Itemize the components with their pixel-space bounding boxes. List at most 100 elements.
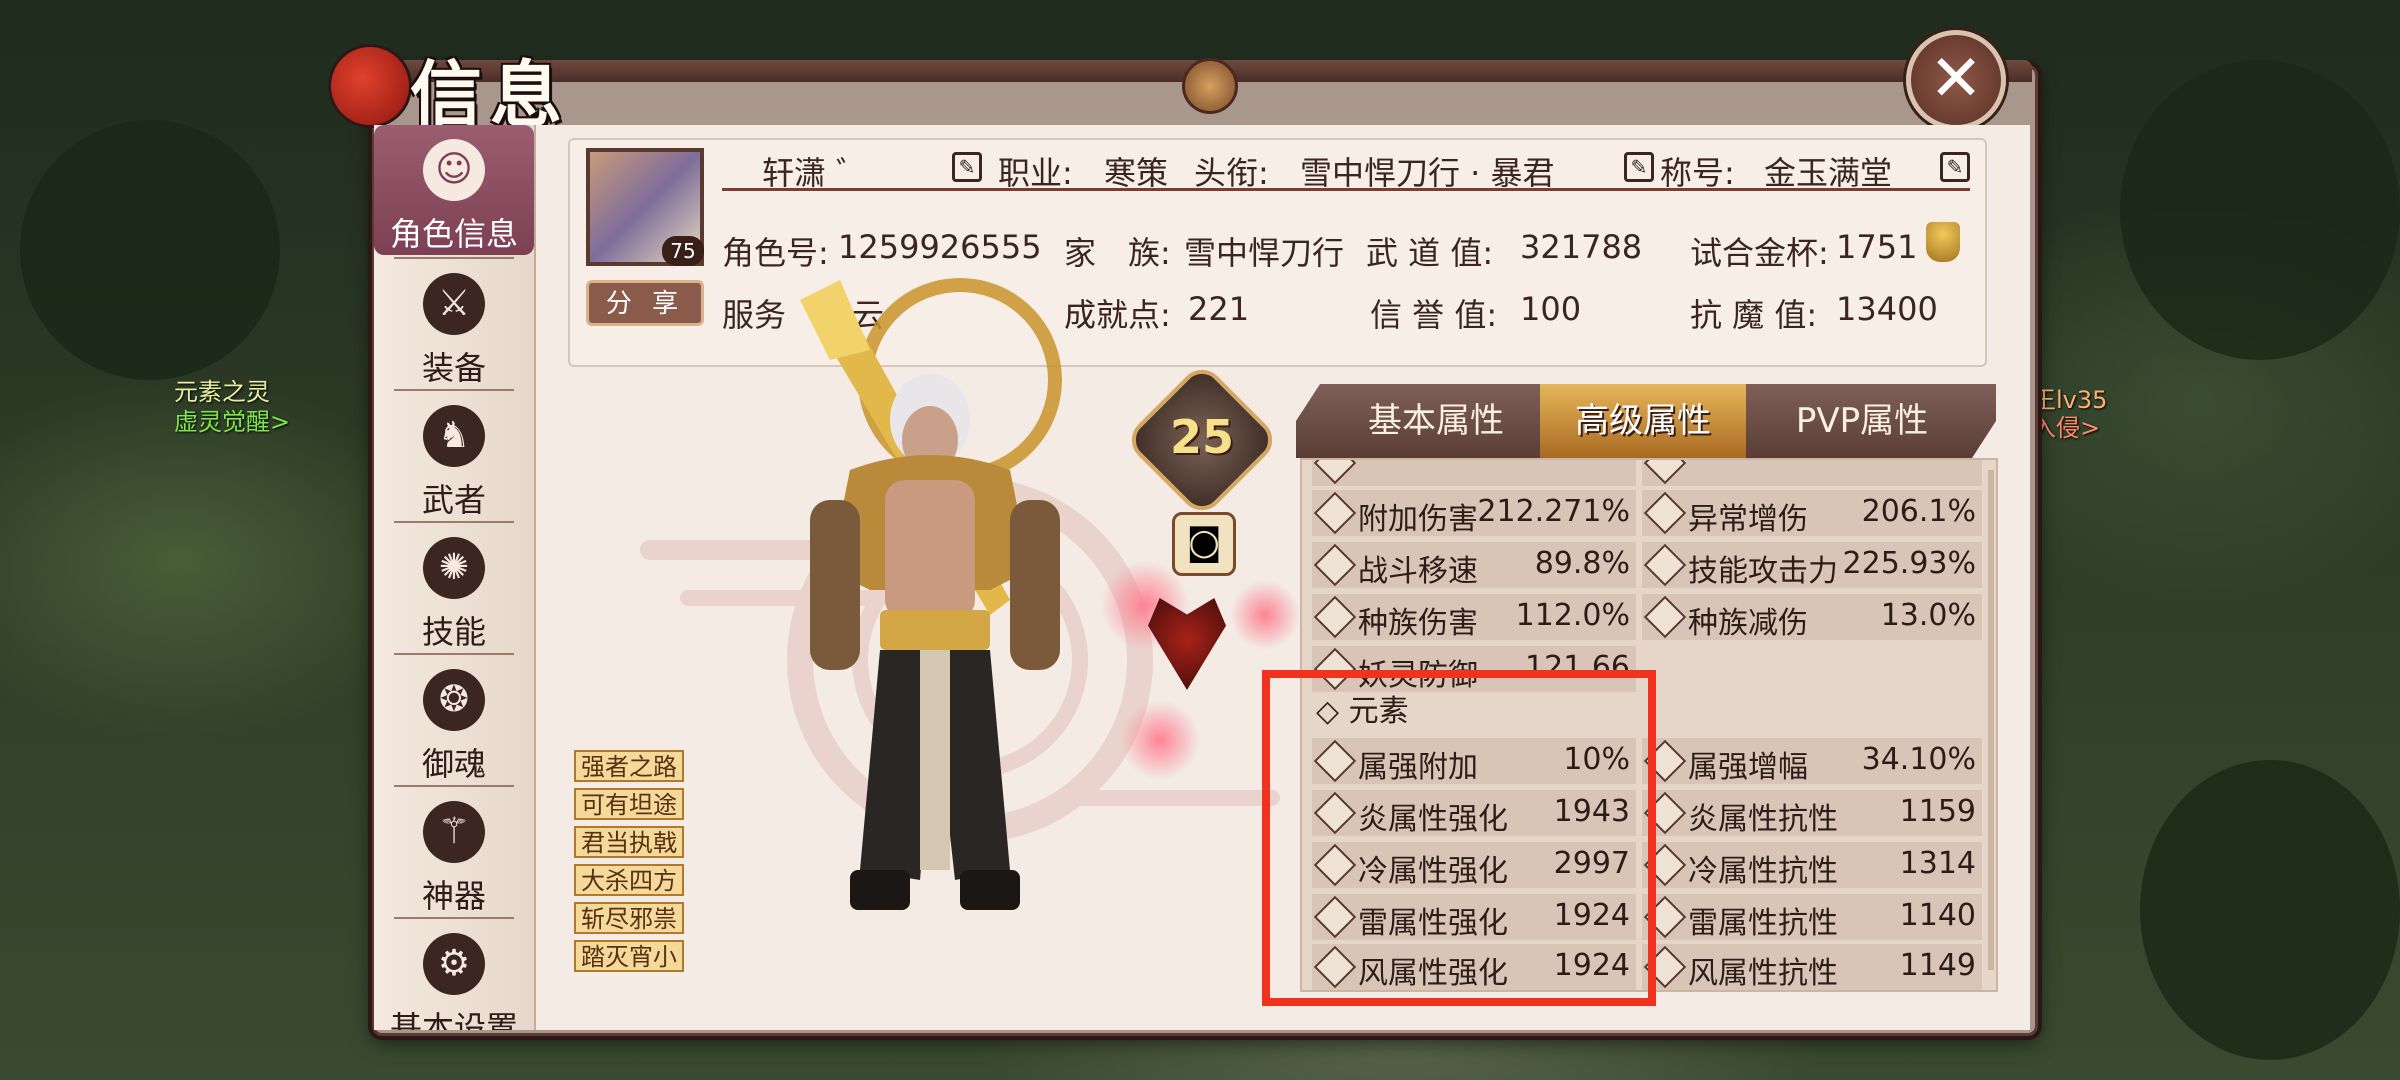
stat-name: 技能攻击力 bbox=[1688, 554, 1838, 589]
wind-element-icon bbox=[1643, 945, 1687, 989]
edit-icon[interactable]: ✎ bbox=[1940, 152, 1970, 182]
stat-value: 112.0% bbox=[1515, 598, 1630, 633]
stat-icon bbox=[1313, 647, 1357, 691]
tree-shape bbox=[2140, 760, 2400, 1060]
stat-row: 战斗移速 89.8% bbox=[1312, 542, 1636, 589]
edit-icon[interactable]: ✎ bbox=[1624, 152, 1654, 182]
camera-icon[interactable]: ◙ bbox=[1172, 512, 1236, 576]
thunder-element-icon bbox=[1643, 895, 1687, 939]
settings-icon: ⚙ bbox=[423, 933, 485, 995]
stat-value: 1943 bbox=[1553, 794, 1630, 829]
sidebar-item-settings[interactable]: ⚙ 基本设置 bbox=[374, 919, 534, 1030]
stat-name: 属强增幅 bbox=[1688, 750, 1808, 785]
wudao-label: 武 道 值: bbox=[1366, 234, 1494, 272]
stat-value: 212.271% bbox=[1477, 494, 1630, 529]
sidebar-item-soul[interactable]: ❂ 御魂 bbox=[374, 655, 534, 785]
stat-value: 13.0% bbox=[1880, 598, 1976, 633]
stat-name: 战斗移速 bbox=[1358, 554, 1478, 589]
equipment-icon: ⚔ bbox=[423, 273, 485, 335]
stat-row: 炎属性抗性 1159 bbox=[1642, 790, 1982, 837]
level-value: 25 bbox=[1169, 410, 1234, 464]
sidebar-item-equipment[interactable]: ⚔ 装备 bbox=[374, 259, 534, 389]
avatar[interactable]: 75 bbox=[586, 148, 704, 266]
stat-icon bbox=[1313, 460, 1357, 485]
element-section-title: ◇ 元素 bbox=[1316, 686, 1409, 730]
stat-name: 冷属性强化 bbox=[1358, 854, 1508, 889]
stat-icon bbox=[1643, 460, 1687, 485]
tab-pvp-attributes[interactable]: PVP属性 bbox=[1752, 384, 1972, 458]
stat-row: 风属性强化 1924 bbox=[1312, 944, 1636, 990]
panel-title: 信息 bbox=[318, 28, 618, 137]
credit-label: 信 誉 值: bbox=[1370, 296, 1498, 334]
stat-name: 风属性强化 bbox=[1358, 956, 1508, 991]
role-id-value: 1259926555 bbox=[838, 228, 1042, 266]
wind-element-icon bbox=[1313, 945, 1357, 989]
role-id-label: 角色号: bbox=[722, 234, 829, 272]
stat-row-clipped bbox=[1312, 460, 1636, 486]
element-section-label: 元素 bbox=[1348, 694, 1409, 729]
stat-row: 附加伤害 212.271% bbox=[1312, 490, 1636, 537]
family-label: 家 族: bbox=[1064, 234, 1171, 272]
thunder-element-icon bbox=[1313, 895, 1357, 939]
tree-shape bbox=[20, 120, 280, 380]
family-value: 雪中悍刀行 bbox=[1184, 234, 1345, 272]
stat-row: 技能攻击力 225.93% bbox=[1642, 542, 1982, 589]
stat-row: 属强附加 10% bbox=[1312, 738, 1636, 785]
stat-row: 冷属性强化 2997 bbox=[1312, 842, 1636, 889]
sidebar-item-label: 武者 bbox=[421, 481, 486, 519]
stats-scrollbar[interactable] bbox=[1988, 470, 1994, 970]
stat-name: 雷属性强化 bbox=[1358, 906, 1508, 941]
sidebar-item-label: 基本设置 bbox=[389, 1009, 518, 1030]
tab-basic-attributes[interactable]: 基本属性 bbox=[1336, 384, 1536, 458]
cup-value: 1751 bbox=[1836, 228, 1918, 266]
ornament-icon bbox=[1182, 58, 1238, 114]
stat-row: 异常增伤 206.1% bbox=[1642, 490, 1982, 537]
stat-row: 风属性抗性 1149 bbox=[1642, 944, 1982, 990]
title-tag[interactable]: 踏灭宵小 bbox=[574, 940, 684, 972]
stat-name: 雷属性抗性 bbox=[1688, 906, 1838, 941]
sidebar-item-label: 装备 bbox=[421, 349, 486, 387]
stat-row: 属强增幅 34.10% bbox=[1642, 738, 1982, 785]
sidebar-item-character-info[interactable]: ☺ 角色信息 bbox=[374, 125, 534, 255]
stat-value: 2997 bbox=[1553, 846, 1630, 881]
title-seal-icon bbox=[328, 44, 412, 128]
title-tag[interactable]: 强者之路 bbox=[574, 750, 684, 782]
stat-name: 附加伤害 bbox=[1358, 502, 1478, 537]
title-tag[interactable]: 斩尽邪祟 bbox=[574, 902, 684, 934]
ice-element-icon bbox=[1313, 843, 1357, 887]
stat-name: 炎属性强化 bbox=[1358, 802, 1508, 837]
stat-row: 种族伤害 112.0% bbox=[1312, 594, 1636, 641]
stat-row-clipped bbox=[1642, 460, 1982, 486]
character-model[interactable] bbox=[780, 270, 1100, 960]
stat-value: 1314 bbox=[1899, 846, 1976, 881]
stat-name: 种族伤害 bbox=[1358, 606, 1478, 641]
title-tag[interactable]: 君当执戟 bbox=[574, 826, 684, 858]
share-button[interactable]: 分 享 bbox=[586, 280, 704, 326]
close-button[interactable]: ✕ bbox=[1906, 30, 2006, 130]
stat-row: 雷属性强化 1924 bbox=[1312, 894, 1636, 941]
sidebar-item-skill[interactable]: ✺ 技能 bbox=[374, 523, 534, 653]
attribute-tabs: 基本属性 高级属性 PVP属性 bbox=[1296, 384, 1996, 458]
edit-icon[interactable]: ✎ bbox=[952, 152, 982, 182]
stat-value: 10% bbox=[1563, 742, 1630, 777]
stat-icon bbox=[1643, 543, 1687, 587]
avatar-level-badge: 75 bbox=[662, 236, 704, 266]
stat-value: 1924 bbox=[1553, 898, 1630, 933]
stat-value: 1149 bbox=[1899, 948, 1976, 983]
stat-value: 1924 bbox=[1553, 948, 1630, 983]
stat-icon bbox=[1313, 739, 1357, 783]
artifact-icon: ⚚ bbox=[423, 801, 485, 863]
stat-icon bbox=[1643, 595, 1687, 639]
title-tag[interactable]: 大杀四方 bbox=[574, 864, 684, 896]
sidebar-item-label: 技能 bbox=[421, 613, 486, 651]
scene-label-invade[interactable]: 入侵> bbox=[2032, 408, 2100, 443]
character-icon: ☺ bbox=[423, 139, 485, 201]
sidebar-item-artifact[interactable]: ⚚ 神器 bbox=[374, 787, 534, 917]
sidebar-item-label: 神器 bbox=[421, 877, 486, 915]
title-tag[interactable]: 可有坦途 bbox=[574, 788, 684, 820]
scene-label-awaken[interactable]: 虚灵觉醒> bbox=[174, 402, 290, 437]
glow-effect bbox=[1230, 580, 1300, 650]
sidebar-item-warrior[interactable]: ♞ 武者 bbox=[374, 391, 534, 521]
stat-value: 1159 bbox=[1899, 794, 1976, 829]
tab-advanced-attributes[interactable]: 高级属性 bbox=[1540, 384, 1746, 458]
